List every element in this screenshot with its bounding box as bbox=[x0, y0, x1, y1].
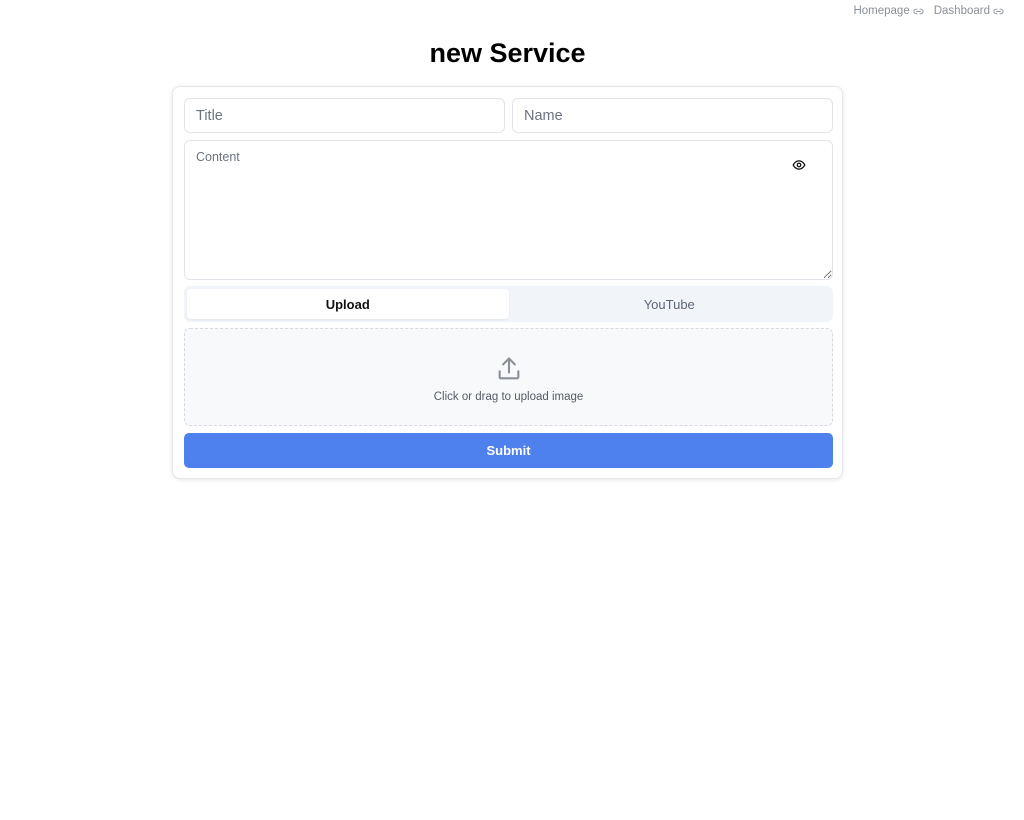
homepage-link[interactable]: Homepage bbox=[853, 5, 924, 17]
content-field-wrap bbox=[184, 140, 833, 280]
tab-youtube[interactable]: YouTube bbox=[509, 289, 831, 319]
tab-upload[interactable]: Upload bbox=[187, 289, 509, 319]
upload-icon bbox=[498, 357, 519, 380]
name-input[interactable] bbox=[512, 98, 833, 133]
homepage-link-label: Homepage bbox=[853, 5, 910, 17]
content-textarea[interactable] bbox=[184, 140, 833, 280]
media-source-tabs: Upload YouTube bbox=[184, 286, 833, 322]
link-icon bbox=[993, 8, 1004, 14]
dashboard-link[interactable]: Dashboard bbox=[934, 5, 1004, 17]
dashboard-link-label: Dashboard bbox=[933, 5, 990, 17]
submit-button[interactable]: Submit bbox=[184, 433, 833, 468]
title-name-row bbox=[184, 98, 833, 133]
image-dropzone[interactable]: Click or drag to upload image bbox=[184, 328, 833, 426]
preview-toggle-button[interactable] bbox=[791, 157, 807, 173]
dropzone-text: Click or drag to upload image bbox=[433, 391, 584, 403]
page-title: new Service bbox=[429, 38, 586, 68]
title-input[interactable] bbox=[184, 98, 505, 133]
top-nav: Homepage Dashboard bbox=[853, 5, 1004, 17]
link-icon bbox=[913, 8, 924, 14]
eye-icon bbox=[792, 160, 806, 170]
service-form-card: Upload YouTube Click or drag to upload i… bbox=[172, 86, 843, 479]
